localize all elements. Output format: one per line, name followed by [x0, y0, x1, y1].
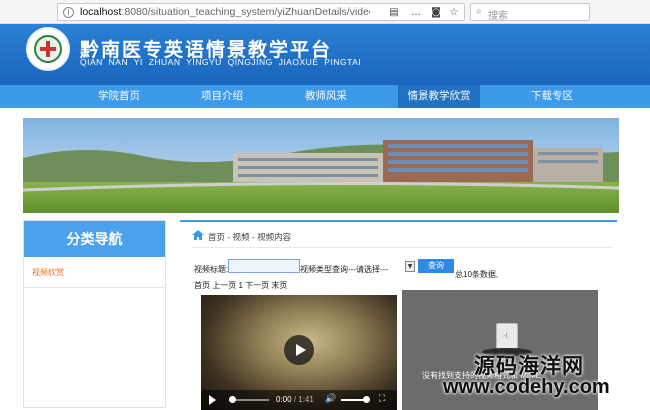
nav-item-downloads[interactable]: 下载专区: [518, 85, 586, 108]
home-icon[interactable]: [192, 230, 204, 240]
fullscreen-icon[interactable]: ⛶: [379, 394, 385, 404]
search-placeholder: 搜索: [488, 11, 508, 22]
video-title-label: 视频标题:: [194, 265, 229, 274]
sidebar-item-video[interactable]: 视频欣赏: [32, 267, 64, 278]
time-display: 0:00 / 1:41: [276, 395, 314, 404]
school-logo[interactable]: [26, 27, 70, 71]
reader-view-icon[interactable]: ▤: [388, 7, 400, 19]
nav-item-scenario-teaching[interactable]: 情景教学欣赏: [398, 85, 480, 108]
breadcrumb-divider: [192, 247, 612, 248]
play-icon[interactable]: [209, 395, 216, 405]
search-icon: ⌕: [476, 6, 482, 17]
video-type-select[interactable]: ---请选择---: [348, 264, 388, 275]
sidebar-title: 分类导航: [24, 221, 165, 257]
bookmark-star-icon[interactable]: ☆: [448, 7, 460, 19]
video-type-label: 视频类型查询: [300, 265, 348, 274]
nav-item-home[interactable]: 学院首页: [85, 85, 153, 108]
video-title-input[interactable]: [228, 259, 300, 273]
logo-emblem: [34, 35, 62, 63]
watermark-url: www.codehy.com: [443, 376, 610, 398]
broken-file-icon: :-(: [496, 323, 518, 349]
site-header: 黔南医专英语情景教学平台 QIAN NAN YI ZHUAN YINGYU QI…: [0, 24, 650, 85]
video-controls: 0:00 / 1:41 🔊 ⛶: [201, 390, 397, 410]
browser-toolbar: i localhost:8080/situation_teaching_syst…: [0, 0, 650, 24]
nav-item-teachers[interactable]: 教师风采: [292, 85, 360, 108]
browser-search-box[interactable]: ⌕ 搜索: [470, 3, 590, 22]
chevron-down-icon[interactable]: ▼: [405, 261, 415, 272]
url-text[interactable]: localhost:8080/situation_teaching_system…: [80, 6, 370, 18]
seek-handle[interactable]: [229, 396, 236, 403]
address-bar[interactable]: i localhost:8080/situation_teaching_syst…: [57, 3, 465, 21]
main-nav: 学院首页 项目介绍 教师风采 情景教学欣赏 下载专区: [0, 85, 650, 108]
sidebar-divider: [24, 287, 165, 288]
volume-icon[interactable]: 🔊: [325, 394, 336, 404]
nav-item-project-intro[interactable]: 项目介绍: [188, 85, 256, 108]
category-sidebar: 分类导航 视频欣赏: [23, 220, 166, 408]
pagination[interactable]: 首页 上一页 1 下一页 末页: [194, 280, 287, 291]
more-actions-icon[interactable]: …: [410, 7, 422, 19]
volume-handle[interactable]: [363, 396, 370, 403]
result-count: 总10条数据,: [455, 270, 499, 279]
info-icon[interactable]: i: [63, 7, 74, 18]
campus-banner-drawing: [23, 118, 619, 213]
play-button[interactable]: [284, 335, 314, 365]
breadcrumb[interactable]: 首页 - 视频 - 视频内容: [208, 231, 291, 243]
video-player[interactable]: 0:00 / 1:41 🔊 ⛶: [201, 295, 397, 410]
pocket-icon[interactable]: ◙: [430, 7, 442, 19]
campus-banner-image: [23, 118, 619, 213]
site-subtitle-pinyin: QIAN NAN YI ZHUAN YINGYU QINGJING JIAOXU…: [80, 57, 362, 67]
search-button[interactable]: 查询: [418, 259, 454, 273]
logo-cross-bar: [40, 47, 56, 51]
